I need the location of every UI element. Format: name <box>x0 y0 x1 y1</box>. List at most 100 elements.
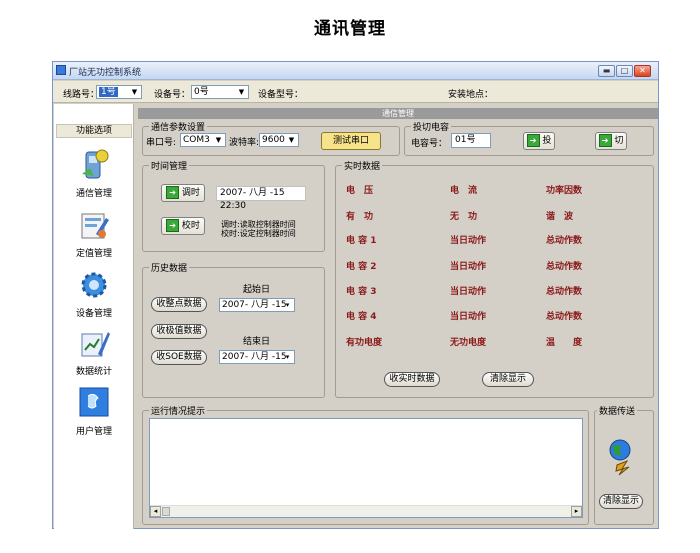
page-title: 通讯管理 <box>314 19 386 39</box>
arrow-right-icon: ➔ <box>598 134 612 147</box>
set-time-button[interactable]: ➔ 校时 <box>161 217 205 235</box>
sidebar-item-label: 定值管理 <box>75 249 112 259</box>
start-date-value: 2007- 八月 -15 <box>222 300 287 310</box>
collect-extremes-button[interactable]: 收极值数据 <box>151 324 207 339</box>
realtime-temperature: 温 度 <box>546 338 583 348</box>
baud-value: 9600 <box>262 135 285 145</box>
chart-pen-icon <box>76 326 112 360</box>
window-title: 厂站无功控制系统 <box>69 68 142 78</box>
chevron-down-icon: ▼ <box>215 136 222 144</box>
realtime-cap4-today: 当日动作 <box>450 312 487 322</box>
time-display: 2007- 八月 -15 22:30 <box>216 186 306 211</box>
sidebar-item-label: 用户管理 <box>75 427 112 437</box>
switching-title: 投切电容 <box>411 120 452 133</box>
collect-realtime-button[interactable]: 收实时数据 <box>384 372 440 387</box>
switch-off-button[interactable]: ➔ 切 <box>595 132 627 150</box>
line-select[interactable]: 1号 ▼ <box>96 85 142 99</box>
clear-transfer-button[interactable]: 清除显示 <box>599 494 643 509</box>
phone-icon <box>76 148 112 182</box>
realtime-active: 有 功 <box>346 212 374 222</box>
realtime-cap3-today: 当日动作 <box>450 287 487 297</box>
history-title: 历史数据 <box>149 261 190 274</box>
collect-points-button[interactable]: 收整点数据 <box>151 297 207 312</box>
realtime-cap2-total: 总动作数 <box>546 262 583 272</box>
test-port-button[interactable]: 测试串口 <box>321 132 381 150</box>
realtime-cap2: 电 容 2 <box>346 262 377 272</box>
transfer-group: 数据传送 清除显示 <box>594 404 654 525</box>
sidebar: 功能选项 通信管理 定值管理 设备管理 数据统计 用户管理 <box>54 104 134 529</box>
scroll-right-button[interactable]: ▸ <box>571 506 582 517</box>
realtime-reactive-energy: 无功电度 <box>450 338 487 348</box>
app-icon <box>56 65 66 75</box>
log-scrollbar[interactable]: ◂ ▸ <box>150 505 582 517</box>
clear-realtime-button[interactable]: 清除显示 <box>482 372 534 387</box>
end-date-value: 2007- 八月 -15 <box>222 352 287 362</box>
line-label: 线路号： <box>63 90 100 100</box>
log-title: 运行情况提示 <box>149 404 208 417</box>
switch-on-button[interactable]: ➔ 投 <box>523 132 555 150</box>
device-label: 设备号： <box>154 90 191 100</box>
device-value: 0号 <box>194 87 209 97</box>
scroll-left-button[interactable]: ◂ <box>150 506 161 517</box>
sidebar-item-users[interactable]: 用户管理 <box>54 386 134 437</box>
arrow-right-icon: ➔ <box>166 186 180 199</box>
capacitor-input[interactable]: 01号 <box>451 133 491 148</box>
realtime-group: 实时数据 电 压 电 流 功率因数 有 功 无 功 谐 波 电 容 1 当日动作… <box>335 159 654 398</box>
sidebar-item-devices[interactable]: 设备管理 <box>54 268 134 319</box>
collect-soe-button[interactable]: 收SOE数据 <box>151 350 207 365</box>
realtime-voltage: 电 压 <box>346 186 374 196</box>
sidebar-item-label: 数据统计 <box>75 367 112 377</box>
read-time-button[interactable]: ➔ 调时 <box>161 184 205 202</box>
port-label: 串口号: <box>146 138 177 148</box>
comm-params-group: 通信参数设置 串口号: COM3 ▼ 波特率: 9600 ▼ 测试串口 <box>142 120 400 156</box>
close-button[interactable]: ✕ <box>634 65 651 77</box>
switch-on-label: 投 <box>542 136 552 146</box>
realtime-harmonic: 谐 波 <box>546 212 574 222</box>
minimize-button[interactable]: ▬ <box>598 65 615 77</box>
realtime-cap2-today: 当日动作 <box>450 262 487 272</box>
log-textarea[interactable]: ◂ ▸ <box>149 418 583 518</box>
time-mgmt-group: 时间管理 ➔ 调时 2007- 八月 -15 22:30 ➔ 校时 调时:读取控… <box>142 159 325 252</box>
chevron-down-icon: ▾ <box>285 301 290 309</box>
line-value: 1号 <box>99 87 118 97</box>
realtime-cap1: 电 容 1 <box>346 236 377 246</box>
history-group: 历史数据 起始日 收整点数据 2007- 八月 -15 ▾ 收极值数据 结束日 … <box>142 261 325 398</box>
sidebar-item-label: 设备管理 <box>75 309 112 319</box>
end-date-picker[interactable]: 2007- 八月 -15 ▾ <box>219 350 295 364</box>
time-mgmt-title: 时间管理 <box>149 159 190 172</box>
realtime-title: 实时数据 <box>342 159 383 172</box>
chevron-down-icon: ▼ <box>238 88 245 96</box>
device-select[interactable]: 0号 ▼ <box>191 85 249 99</box>
realtime-current: 电 流 <box>450 186 478 196</box>
realtime-cap1-today: 当日动作 <box>450 236 487 246</box>
toolbar: 线路号： 1号 ▼ 设备号： 0号 ▼ 设备型号： 安装地点： <box>53 81 658 103</box>
switching-group: 投切电容 电容号： 01号 ➔ 投 ➔ 切 <box>404 120 654 156</box>
chevron-down-icon: ▼ <box>131 88 138 96</box>
realtime-active-energy: 有功电度 <box>346 338 383 348</box>
start-date-picker[interactable]: 2007- 八月 -15 ▾ <box>219 298 295 312</box>
log-group: 运行情况提示 ◂ ▸ <box>142 404 589 525</box>
realtime-cap3: 电 容 3 <box>346 287 377 297</box>
app-window: 厂站无功控制系统 ▬ □ ✕ 线路号： 1号 ▼ 设备号： 0号 ▼ 设备型号：… <box>52 61 659 529</box>
realtime-cap3-total: 总动作数 <box>546 287 583 297</box>
port-value: COM3 <box>183 135 210 145</box>
realtime-cap4: 电 容 4 <box>346 312 377 322</box>
comm-params-title: 通信参数设置 <box>149 120 208 133</box>
capacitor-label: 电容号： <box>411 139 448 149</box>
title-bar: 厂站无功控制系统 ▬ □ ✕ <box>53 62 658 80</box>
baud-select[interactable]: 9600 ▼ <box>259 133 299 147</box>
realtime-cap1-total: 总动作数 <box>546 236 583 246</box>
sidebar-item-settings[interactable]: 定值管理 <box>54 208 134 259</box>
sidebar-item-stats[interactable]: 数据统计 <box>54 326 134 377</box>
start-date-label: 起始日 <box>243 285 271 295</box>
sidebar-header: 功能选项 <box>56 124 132 138</box>
install-location-label: 安装地点： <box>448 90 494 100</box>
realtime-cap4-total: 总动作数 <box>546 312 583 322</box>
sidebar-item-comm[interactable]: 通信管理 <box>54 148 134 199</box>
end-date-label: 结束日 <box>243 337 271 347</box>
port-select[interactable]: COM3 ▼ <box>180 133 226 147</box>
scroll-thumb[interactable] <box>162 507 170 516</box>
switch-off-label: 切 <box>614 136 624 146</box>
realtime-power-factor: 功率因数 <box>546 186 583 196</box>
maximize-button[interactable]: □ <box>616 65 633 77</box>
